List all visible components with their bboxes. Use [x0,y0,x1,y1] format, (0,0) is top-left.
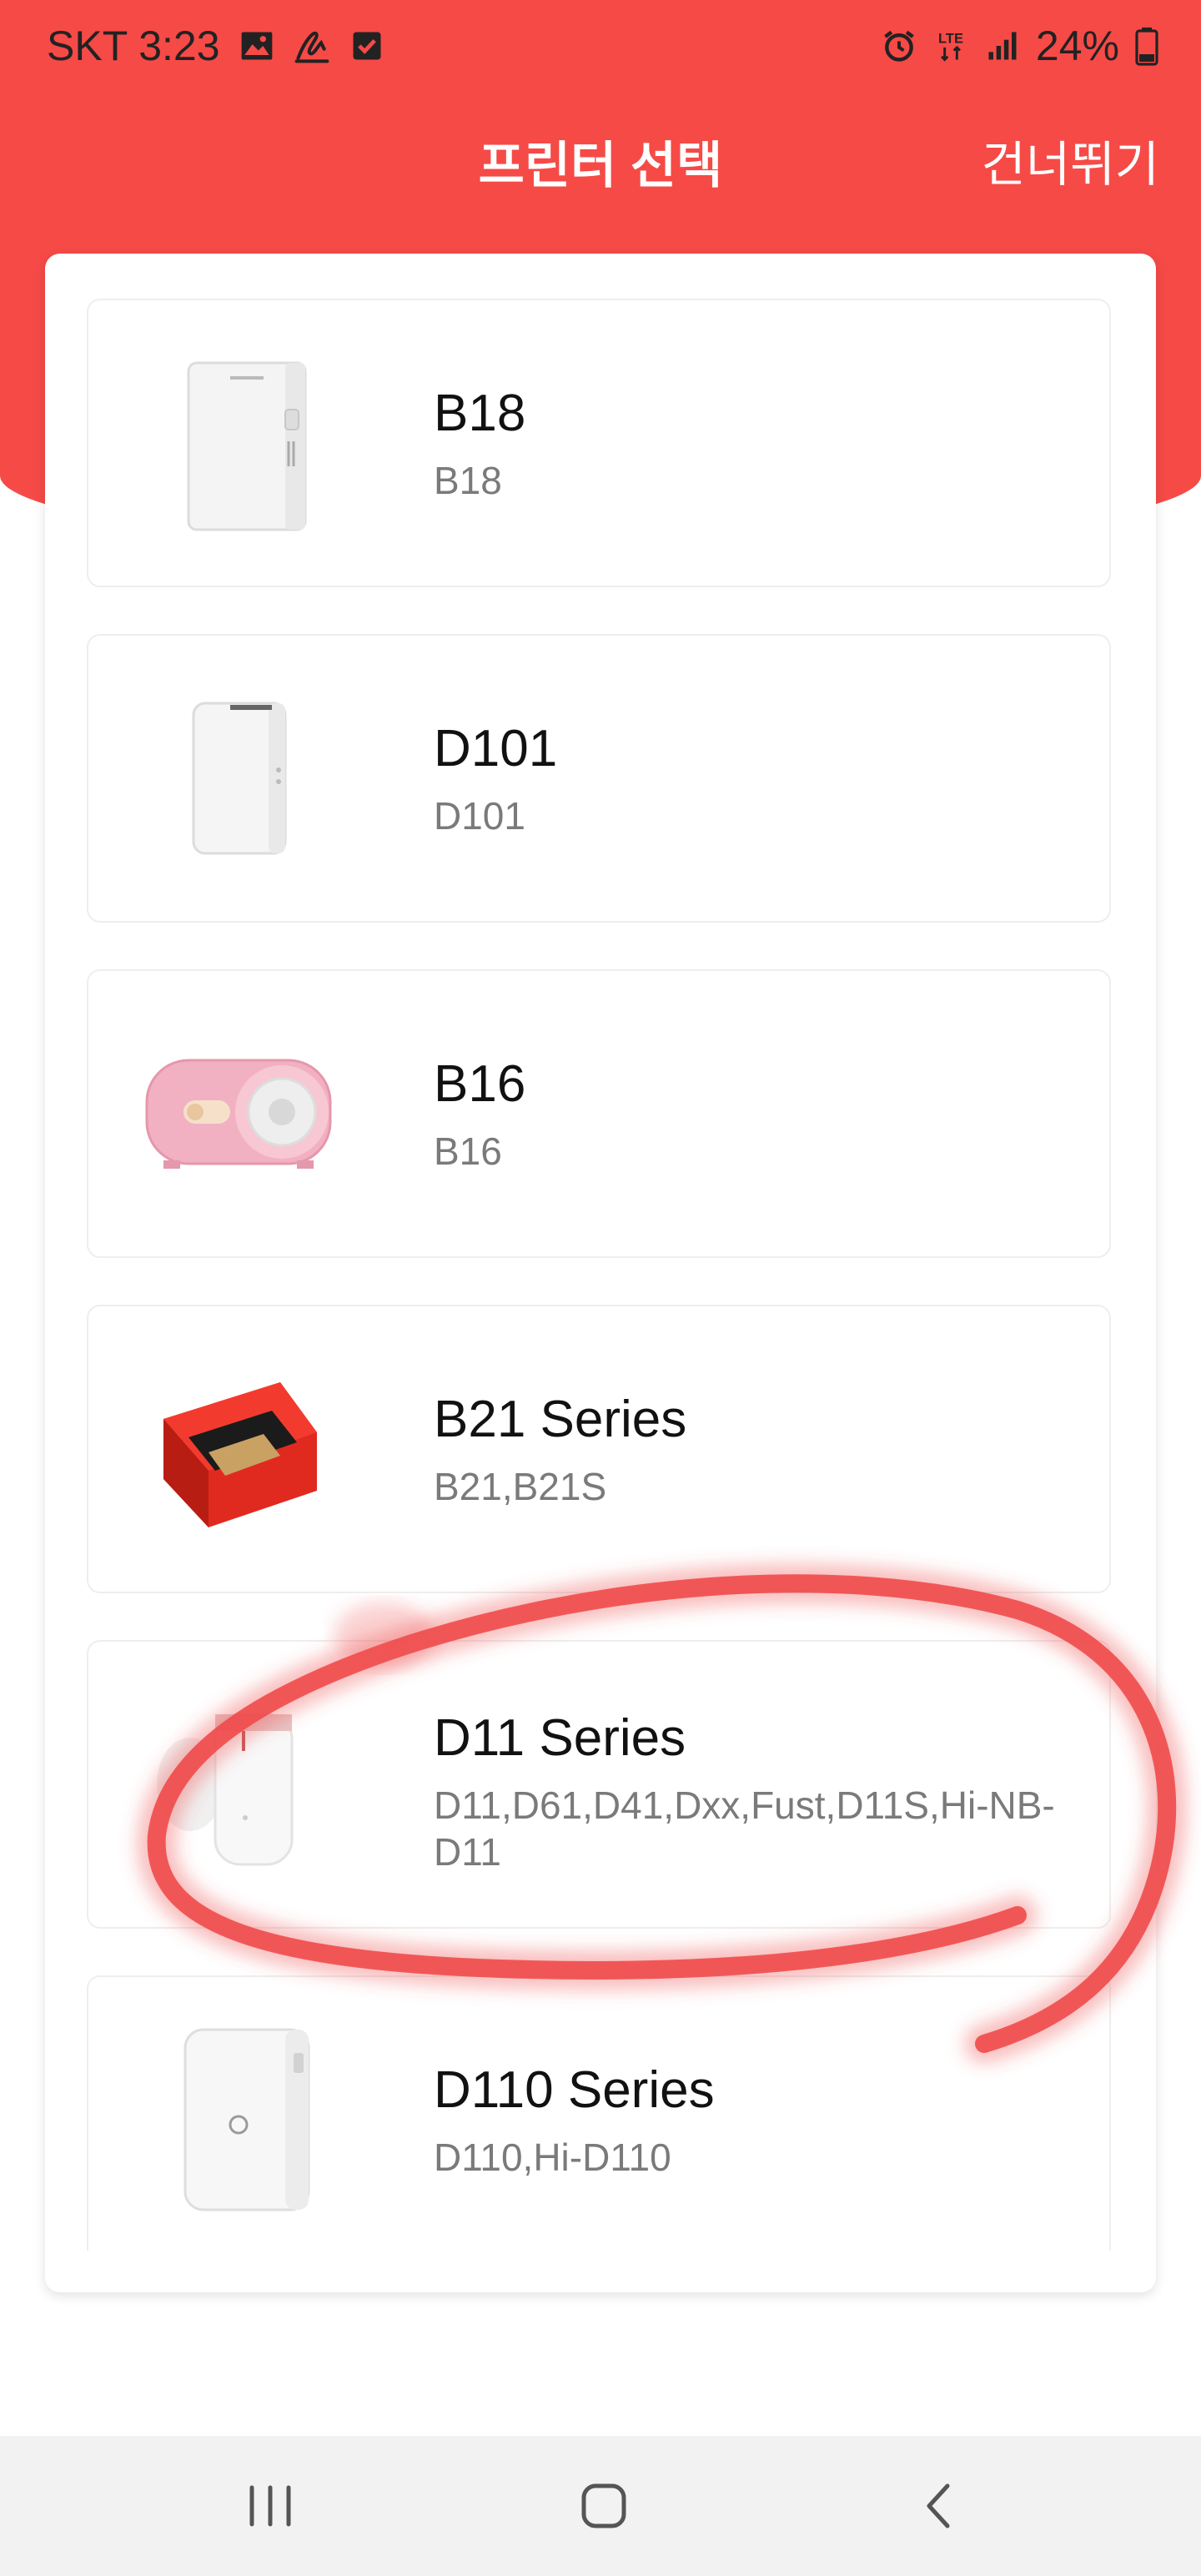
printer-models: B16 [434,1130,502,1173]
svg-text:LTE: LTE [938,31,963,46]
signal-icon [988,32,1017,60]
b16-printer-image [138,1014,339,1214]
navigation-bar [0,2436,1201,2576]
screen: SKT 3:23 LTE 24% 프린터 선택 건너뛰기 B18 B18 D10… [0,0,1201,2576]
printer-item-b21[interactable]: B21 Series B21,B21S [87,1305,1111,1593]
printer-models: B18 [434,459,502,502]
back-icon[interactable] [889,2459,989,2553]
printer-models: D11,D61,D41,Dxx,Fust,D11S,Hi-NB-D11 [434,1784,1055,1874]
printer-item-d110[interactable]: D110 Series D110,Hi-D110 [87,1975,1111,2251]
b18-printer-image [138,343,339,543]
alarm-icon [884,30,914,62]
status-right: LTE 24% [881,22,1159,70]
status-bar: SKT 3:23 LTE 24% [0,0,1201,92]
printer-name: B16 [434,1055,526,1113]
battery-icon [1135,28,1158,66]
printer-models: B21,B21S [434,1465,607,1508]
b21-printer-image [138,1349,339,1549]
battery-percent: 24% [1035,23,1119,69]
printer-models: D110,Hi-D110 [434,2136,671,2179]
printer-item-b18[interactable]: B18 B18 [87,299,1111,587]
printer-list[interactable]: B18 B18 D101 D101 B16 B16 B21 Series B21… [87,299,1114,2251]
home-icon[interactable] [554,2459,654,2553]
printer-item-d11[interactable]: D11 Series D11,D61,D41,Dxx,Fust,D11S,Hi-… [87,1640,1111,1929]
skip-button[interactable]: 건너뛰기 [982,125,1159,195]
printer-name: B18 [434,385,526,442]
printer-name: D11 Series [434,1709,686,1767]
printer-name: D101 [434,720,558,777]
gallery-icon [241,32,272,60]
d11-printer-image [138,1684,339,1884]
signature-icon [294,31,329,63]
printer-name: B21 Series [434,1391,687,1448]
lte-icon: LTE [938,31,963,62]
carrier-time: SKT 3:23 [47,23,220,69]
d101-printer-image [138,678,339,878]
printer-item-b16[interactable]: B16 B16 [87,969,1111,1258]
printer-card: B18 B18 D101 D101 B16 B16 B21 Series B21… [45,254,1156,2292]
recents-icon[interactable] [220,2459,320,2553]
d110-printer-image [138,2020,339,2220]
status-left: SKT 3:23 [47,22,385,70]
printer-models: D101 [434,794,525,838]
printer-name: D110 Series [434,2061,715,2119]
printer-item-d101[interactable]: D101 D101 [87,634,1111,923]
checkbox-icon [353,32,381,60]
